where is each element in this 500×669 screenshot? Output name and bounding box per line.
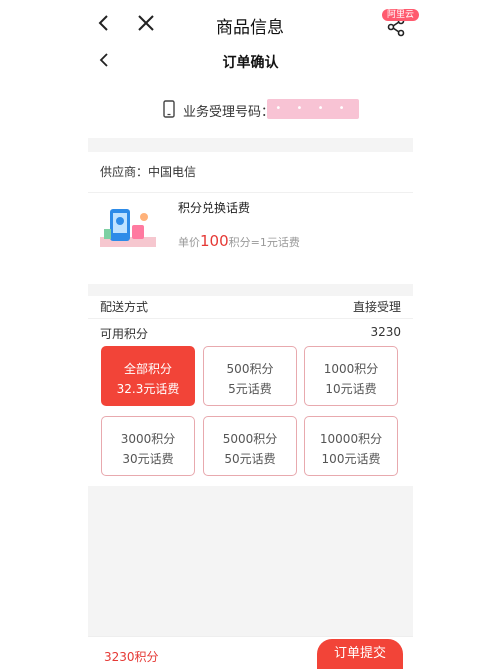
option-points: 全部积分 [123,362,172,376]
redeem-section: 配送方式 直接受理 可用积分 3230 全部积分 32.3元话费 500积分 5… [88,296,413,486]
option-3000-points[interactable]: 3000积分 30元话费 [101,416,195,476]
price-prefix: 单价 [178,236,200,249]
product-section: 供应商：中国电信 积分兑换话费 单价100积分=1元话费 [88,152,413,284]
delivery-label: 配送方式 [100,300,149,314]
divider [88,318,413,319]
section-divider [88,138,413,152]
option-5000-points[interactable]: 5000积分 50元话费 [203,416,297,476]
product-image [100,209,156,247]
share-badge: 阿里云 [382,9,420,21]
option-500-points[interactable]: 500积分 5元话费 [203,346,297,406]
option-points: 1000积分 [323,362,379,376]
product-name: 积分兑换话费 [178,201,251,215]
option-credit: 50元话费 [224,452,276,466]
available-points-label: 可用积分 [100,327,149,341]
section-divider-2 [88,284,413,296]
bottom-bar: 3230积分 订单提交 [88,636,413,669]
delivery-value: 直接受理 [352,300,401,314]
option-credit: 10元话费 [325,382,377,396]
available-points-value: 3230 [370,325,401,339]
option-all-points[interactable]: 全部积分 32.3元话费 [101,346,195,406]
masked-phone-number: • • • • • • [267,99,359,134]
price-value: 100 [200,232,229,250]
option-credit: 30元话费 [122,452,174,466]
order-confirm-title: 订单确认 [222,55,279,71]
option-points: 500积分 [226,362,274,376]
unit-price: 单价100积分=1元话费 [178,232,300,250]
page-title: 商品信息 [216,18,284,38]
business-number-section: 业务受理号码： • • • • • • [88,80,413,138]
price-suffix: =1元话费 [250,236,300,249]
option-credit: 5元话费 [228,382,272,396]
outer-app-bar: 商品信息 阿里云 [0,0,500,46]
option-points: 5000积分 [222,432,278,446]
option-credit: 100元话费 [321,452,381,466]
option-points: 10000积分 [319,432,383,446]
supplier-label: 供应商：中国电信 [100,165,197,179]
option-10000-points[interactable]: 10000积分 100元话费 [304,416,398,476]
submit-order-button[interactable]: 订单提交 [317,639,403,669]
business-number-label: 业务受理号码： [183,105,275,120]
option-points: 3000积分 [120,432,176,446]
option-credit: 32.3元话费 [116,382,180,396]
empty-area [88,486,413,636]
divider [88,192,413,193]
inner-header: 订单确认 [88,46,413,81]
price-unit: 积分 [228,236,251,249]
total-points: 3230积分 [104,650,159,664]
phone-icon [163,100,175,118]
option-1000-points[interactable]: 1000积分 10元话费 [304,346,398,406]
